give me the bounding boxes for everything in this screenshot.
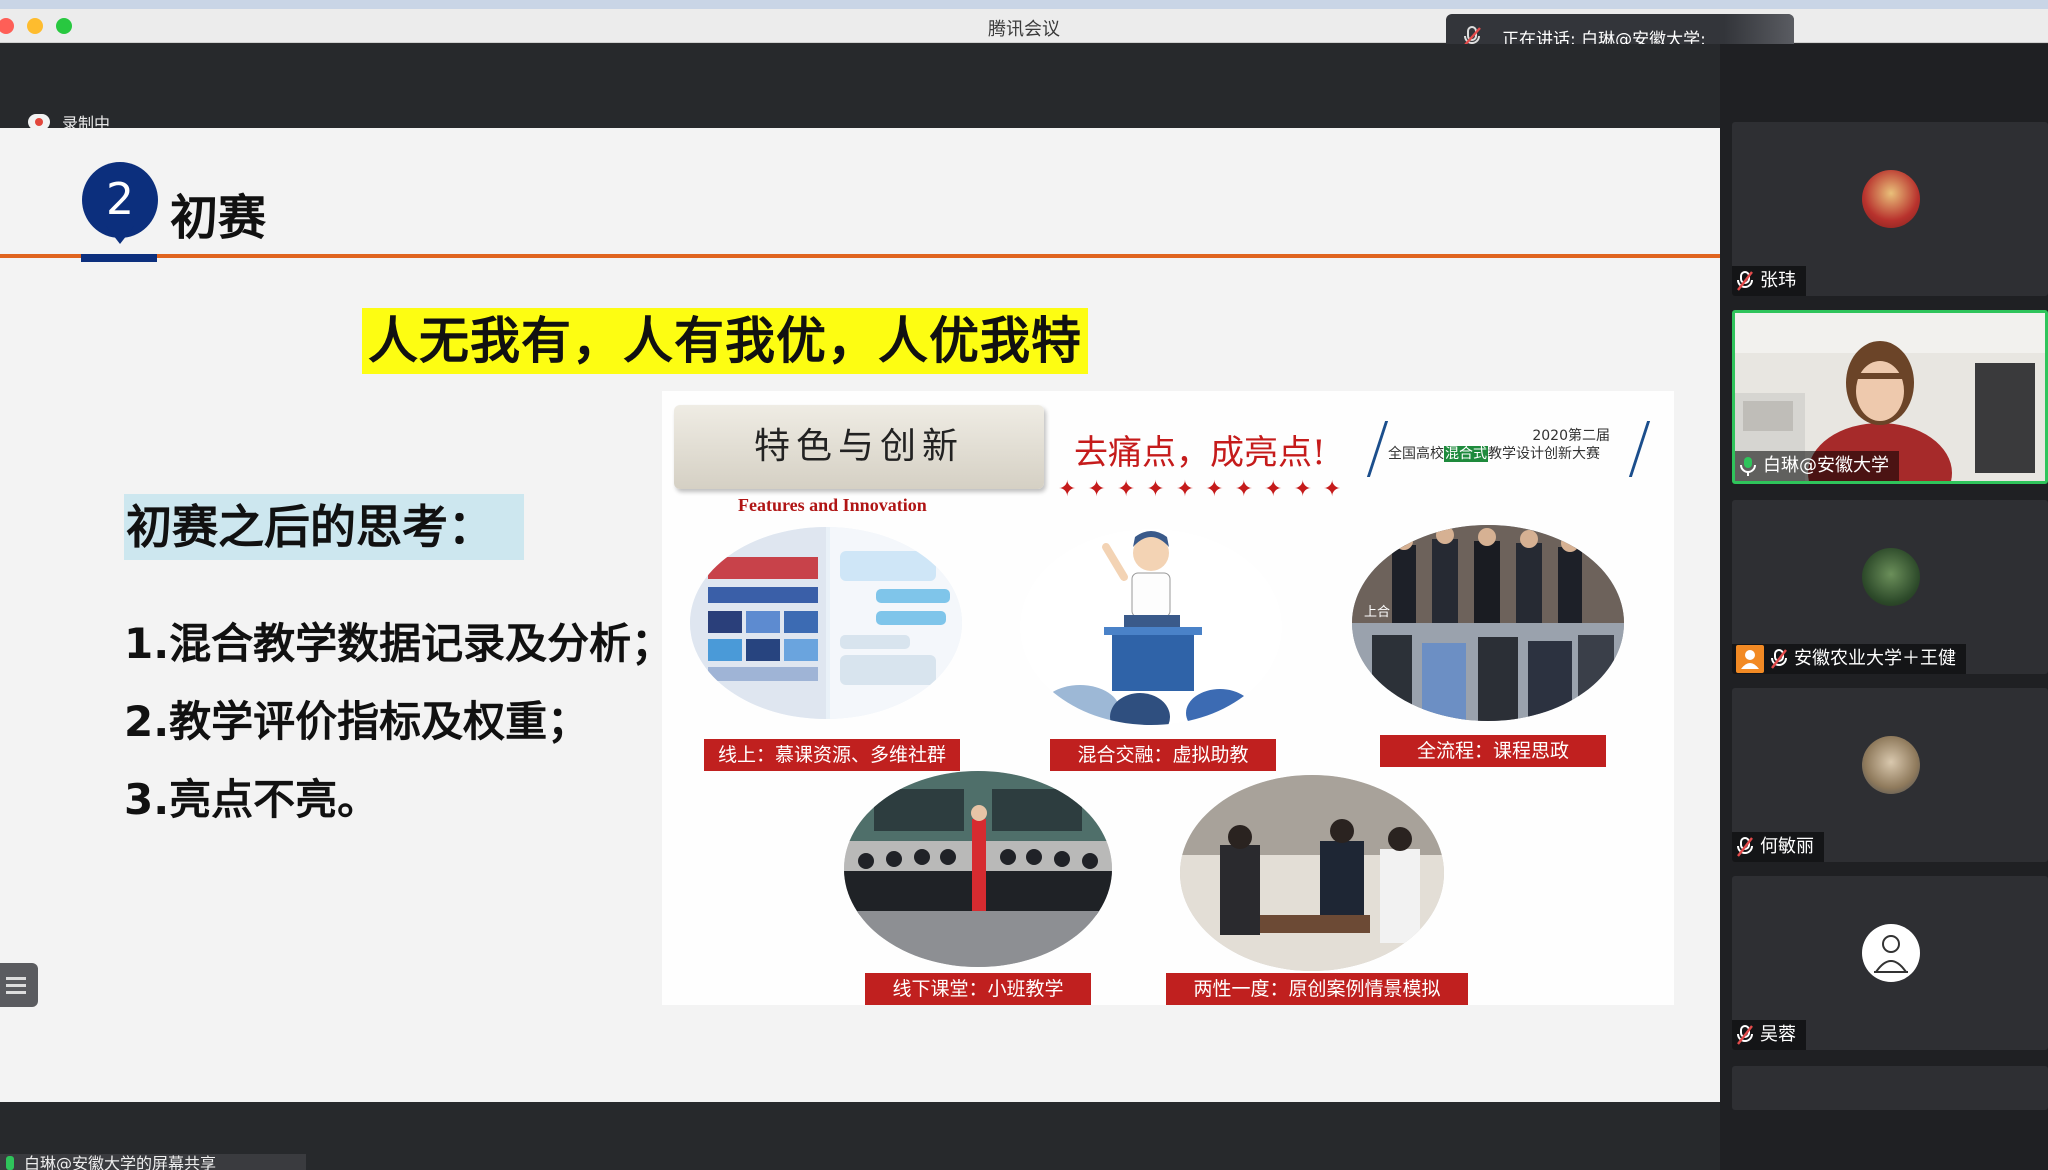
participant-name-tag: 白琳@安徽大学 <box>1735 451 1899 481</box>
features-header-en: Features and Innovation <box>738 495 927 515</box>
host-person-icon <box>1736 645 1764 673</box>
avatar <box>1862 548 1920 606</box>
participant-tile-bailin[interactable]: 白琳@安徽大学 <box>1732 310 2048 484</box>
small-class-photo <box>844 771 1112 967</box>
avatar <box>1862 924 1920 982</box>
avatar <box>1862 736 1920 794</box>
participant-name: 安徽农业大学＋王健 <box>1794 648 1956 669</box>
star-row: ✦✦✦✦✦✦✦✦✦✦ <box>1058 477 1353 502</box>
screen-share-text: 白琳@安徽大学的屏幕共享 <box>24 1154 217 1170</box>
muted-mic-icon <box>1736 836 1754 858</box>
active-mic-icon <box>1739 455 1757 477</box>
features-innovation-image: 特色与创新 Features and Innovation 去痛点，成亮点! 2… <box>662 391 1674 1005</box>
menu-bar <box>0 0 2048 9</box>
contest-slash-left <box>1366 421 1389 477</box>
point-3: 3.亮点不亮。 <box>124 775 380 824</box>
curriculum-ideology-photo: 上合 <box>1352 525 1624 721</box>
participant-tile-zhangwei[interactable]: 张玮 <box>1732 122 2048 296</box>
features-header: 特色与创新 <box>674 405 1044 489</box>
participant-name-tag: 何敏丽 <box>1732 832 1824 862</box>
caption-two-one: 两性一度：原创案例情景模拟 <box>1166 973 1468 1005</box>
participant-name: 何敏丽 <box>1760 836 1814 857</box>
virtual-assistant-illustration <box>1020 529 1282 725</box>
participant-name: 张玮 <box>1760 270 1796 291</box>
inset-label: 上合 <box>1364 605 1391 620</box>
caption-blended: 混合交融：虚拟助教 <box>1050 739 1276 771</box>
contest-name: 全国高校混合式教学设计创新大赛 <box>1388 443 1600 463</box>
point-2: 2.教学评价指标及权重； <box>124 697 590 746</box>
title-divider <box>0 254 1720 258</box>
participant-name-tag: 安徽农业大学＋王健 <box>1732 644 1966 674</box>
participant-tile-heminli[interactable]: 何敏丽 <box>1732 688 2048 862</box>
case-simulation-photo <box>1180 775 1444 971</box>
point-1: 1.混合教学数据记录及分析； <box>124 619 674 668</box>
muted-mic-icon <box>1736 270 1754 292</box>
participant-name-tag: 吴蓉 <box>1732 1020 1806 1050</box>
contest-name-highlight: 混合式 <box>1444 446 1488 462</box>
participant-name-tag: 张玮 <box>1732 266 1806 296</box>
caption-full-process: 全流程：课程思政 <box>1380 735 1606 767</box>
slide-title: 初赛 <box>170 190 267 246</box>
muted-mic-icon <box>1770 648 1788 670</box>
online-resources-photo <box>690 527 962 719</box>
screen-share-label[interactable]: 白琳@安徽大学的屏幕共享 <box>0 1154 306 1170</box>
presentation-slide: 2 初赛 人无我有，人有我优，人优我特 初赛之后的思考： 1.混合教学数据记录及… <box>0 128 1720 1102</box>
shared-screen-stage: 录制中 2 初赛 人无我有，人有我优，人优我特 初赛之后的思考： 1.混合教学数… <box>0 44 1720 1170</box>
features-slogan: 去痛点，成亮点! <box>1074 433 1326 473</box>
caption-offline: 线下课堂：小班教学 <box>865 973 1091 1005</box>
participant-tile-wurong[interactable]: 吴蓉 <box>1732 876 2048 1050</box>
slide-slogan: 人无我有，人有我优，人优我特 <box>362 308 1088 374</box>
section-badge: 2 <box>82 162 158 244</box>
participant-name: 白琳@安徽大学 <box>1763 455 1889 476</box>
title-divider-accent <box>81 254 157 262</box>
contest-name-post: 教学设计创新大赛 <box>1488 446 1600 462</box>
participant-sidebar: 张玮 白琳@安徽大学 安徽农业大学＋王健 何敏丽 吴蓉 <box>1720 44 2048 1170</box>
toolbar-toggle-button[interactable] <box>0 963 38 1007</box>
avatar <box>1862 170 1920 228</box>
contest-logo: 2020第二届 全国高校混合式教学设计创新大赛 <box>1366 419 1652 477</box>
contest-slash-right <box>1628 421 1651 477</box>
share-mic-icon <box>6 1156 14 1170</box>
participant-tile-partial[interactable] <box>1732 1066 2048 1110</box>
participant-name: 吴蓉 <box>1760 1024 1796 1045</box>
muted-mic-icon <box>1736 1024 1754 1046</box>
participant-tile-anhui-agri[interactable]: 安徽农业大学＋王健 <box>1732 500 2048 674</box>
contest-name-pre: 全国高校 <box>1388 446 1444 462</box>
app-root: 腾讯会议 正在讲话: 白琳@安徽大学; 录制中 2 初赛 人无我有，人有我优，人… <box>0 0 2048 1170</box>
contest-year: 2020第二届 <box>1532 428 1610 444</box>
caption-online: 线上：慕课资源、多维社群 <box>704 739 960 771</box>
thinking-heading: 初赛之后的思考： <box>124 494 524 560</box>
